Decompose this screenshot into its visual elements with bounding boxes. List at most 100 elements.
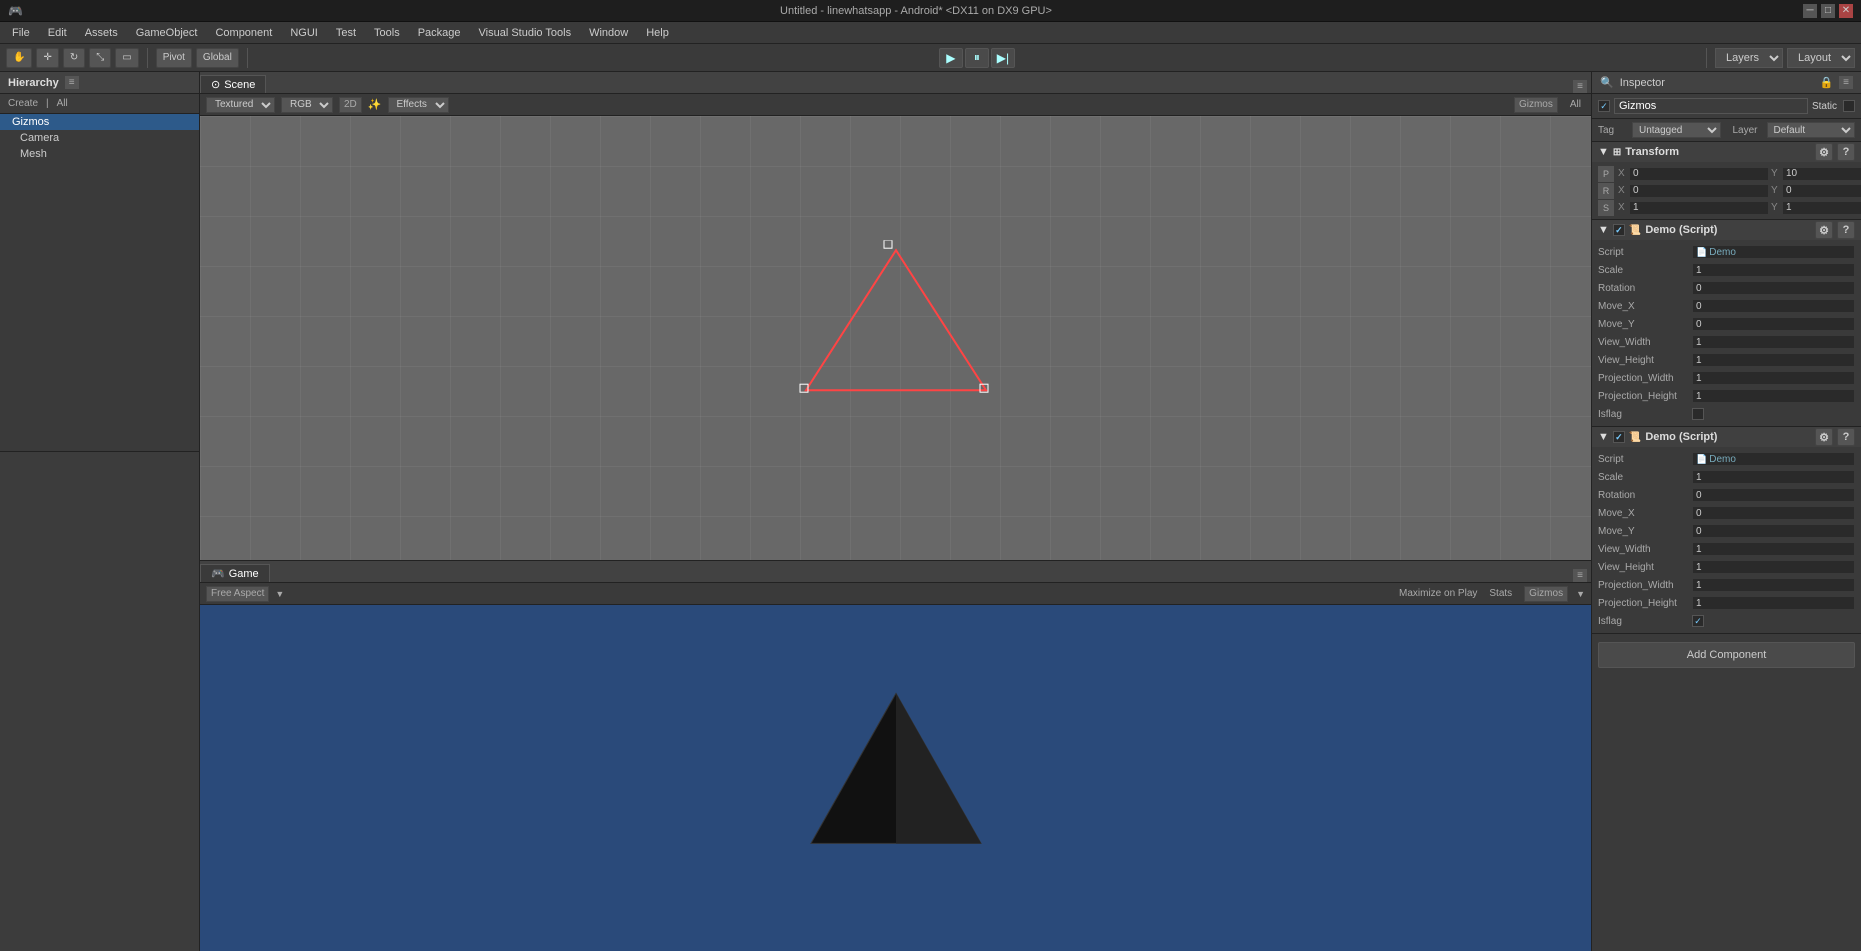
demo2-settings-button[interactable]: ⚙: [1815, 428, 1833, 446]
position-y-field[interactable]: [1782, 167, 1861, 181]
all-scene-button[interactable]: All: [1566, 99, 1585, 110]
scale-y-field[interactable]: [1782, 201, 1861, 215]
menu-visual-studio[interactable]: Visual Studio Tools: [471, 25, 580, 41]
demo2-viewheight-field[interactable]: [1692, 560, 1855, 574]
rotate-tool[interactable]: ↻: [63, 48, 85, 68]
layers-dropdown[interactable]: Layers: [1715, 48, 1783, 68]
gizmos-game-button[interactable]: Gizmos: [1524, 586, 1568, 602]
demo1-isflag-checkbox[interactable]: [1692, 408, 1704, 420]
hierarchy-item-mesh[interactable]: Mesh: [0, 146, 199, 162]
menu-gameobject[interactable]: GameObject: [128, 25, 206, 41]
object-active-checkbox[interactable]: [1598, 100, 1610, 112]
scale-x-field[interactable]: [1629, 201, 1769, 215]
twod-button[interactable]: 2D: [339, 97, 362, 113]
demo-script-2-header[interactable]: ▼ 📜 Demo (Script) ⚙ ?: [1592, 427, 1861, 447]
demo-script-1-header[interactable]: ▼ 📜 Demo (Script) ⚙ ?: [1592, 220, 1861, 240]
minimize-button[interactable]: ─: [1803, 4, 1817, 18]
play-button[interactable]: ▶: [939, 48, 963, 68]
hierarchy-collapse[interactable]: ≡: [65, 76, 79, 89]
demo2-rotation-field[interactable]: [1692, 488, 1855, 502]
demo2-projwidth-field[interactable]: [1692, 578, 1855, 592]
demo2-active-checkbox[interactable]: [1613, 431, 1625, 443]
demo1-movex-field[interactable]: [1692, 299, 1855, 313]
demo2-projheight-field[interactable]: [1692, 596, 1855, 610]
menu-component[interactable]: Component: [207, 25, 280, 41]
object-name-field[interactable]: [1614, 98, 1808, 114]
menu-tools[interactable]: Tools: [366, 25, 408, 41]
inspector-lock-icon[interactable]: 🔒: [1819, 76, 1833, 89]
rotation-x-field[interactable]: [1629, 184, 1769, 198]
game-collapse[interactable]: ≡: [1573, 569, 1587, 582]
game-toolbar: Free Aspect ▼ Maximize on Play Stats Giz…: [200, 583, 1591, 605]
demo2-viewheight-label: View_Height: [1598, 562, 1688, 573]
rgb-dropdown[interactable]: RGB: [281, 97, 333, 113]
scene-toolbar: Textured RGB 2D ✨ Effects Gizmos All: [200, 94, 1591, 116]
demo2-script-value[interactable]: 📄 Demo: [1692, 452, 1855, 466]
transform-header[interactable]: ▼ ⊞ Transform ⚙ ?: [1592, 142, 1861, 162]
menu-ngui[interactable]: NGUI: [282, 25, 326, 41]
layout-dropdown[interactable]: Layout: [1787, 48, 1855, 68]
hierarchy-item-camera[interactable]: Camera: [0, 130, 199, 146]
demo1-active-checkbox[interactable]: [1613, 224, 1625, 236]
create-label[interactable]: Create: [8, 98, 38, 109]
stats-button[interactable]: Stats: [1489, 588, 1512, 599]
textured-dropdown[interactable]: Textured: [206, 97, 275, 113]
demo2-scale-field[interactable]: [1692, 470, 1855, 484]
demo1-movey-field[interactable]: [1692, 317, 1855, 331]
all-label[interactable]: All: [57, 98, 68, 109]
menu-edit[interactable]: Edit: [40, 25, 75, 41]
menu-file[interactable]: File: [4, 25, 38, 41]
demo1-rotation-field[interactable]: [1692, 281, 1855, 295]
transform-settings-button[interactable]: ⚙: [1815, 143, 1833, 161]
inspector-scroll[interactable]: Static Tag Untagged Layer Default ▼ ⊞: [1592, 94, 1861, 951]
demo1-viewwidth-field[interactable]: [1692, 335, 1855, 349]
tab-scene[interactable]: ⊙ Scene: [200, 75, 266, 93]
global-button[interactable]: Global: [196, 48, 239, 68]
effects-dropdown[interactable]: Effects: [388, 97, 449, 113]
demo1-scale-row: Scale: [1592, 261, 1861, 279]
transform-info-button[interactable]: ?: [1837, 143, 1855, 161]
menu-assets[interactable]: Assets: [77, 25, 126, 41]
hierarchy-item-gizmos[interactable]: Gizmos: [0, 114, 199, 130]
hand-tool[interactable]: ✋: [6, 48, 32, 68]
pivot-button[interactable]: Pivot: [156, 48, 192, 68]
scene-canvas[interactable]: [200, 116, 1591, 560]
gizmos-scene-button[interactable]: Gizmos: [1514, 97, 1558, 113]
rect-tool[interactable]: ▭: [115, 48, 138, 68]
free-aspect-label[interactable]: Free Aspect: [206, 586, 269, 602]
demo1-info-button[interactable]: ?: [1837, 221, 1855, 239]
demo1-settings-button[interactable]: ⚙: [1815, 221, 1833, 239]
menu-test[interactable]: Test: [328, 25, 364, 41]
move-tool[interactable]: ✛: [36, 48, 58, 68]
tab-game[interactable]: 🎮 Game: [200, 564, 270, 582]
close-button[interactable]: ✕: [1839, 4, 1853, 18]
demo2-movey-field[interactable]: [1692, 524, 1855, 538]
scene-triangle-svg: [796, 240, 996, 400]
demo1-projwidth-field[interactable]: [1692, 371, 1855, 385]
inspector-collapse[interactable]: ≡: [1839, 76, 1853, 89]
demo2-isflag-checkbox[interactable]: [1692, 615, 1704, 627]
pause-button[interactable]: ⏸: [965, 48, 989, 68]
add-component-button[interactable]: Add Component: [1598, 642, 1855, 668]
position-x-field[interactable]: [1629, 167, 1769, 181]
menu-help[interactable]: Help: [638, 25, 677, 41]
layer-dropdown[interactable]: Default: [1767, 122, 1856, 138]
demo1-scale-field[interactable]: [1692, 263, 1855, 277]
maximize-button[interactable]: □: [1821, 4, 1835, 18]
step-button[interactable]: ▶|: [991, 48, 1015, 68]
menu-package[interactable]: Package: [410, 25, 469, 41]
demo1-projheight-field[interactable]: [1692, 389, 1855, 403]
menu-window[interactable]: Window: [581, 25, 636, 41]
demo2-viewwidth-field[interactable]: [1692, 542, 1855, 556]
game-canvas[interactable]: [200, 605, 1591, 951]
scene-collapse[interactable]: ≡: [1573, 80, 1587, 93]
rotation-y-field[interactable]: [1782, 184, 1861, 198]
maximize-on-play[interactable]: Maximize on Play: [1399, 588, 1477, 599]
demo1-viewheight-field[interactable]: [1692, 353, 1855, 367]
demo2-movex-field[interactable]: [1692, 506, 1855, 520]
static-checkbox[interactable]: [1843, 100, 1855, 112]
scale-tool[interactable]: ⤡: [89, 48, 111, 68]
tag-dropdown[interactable]: Untagged: [1632, 122, 1721, 138]
demo1-script-value[interactable]: 📄 Demo: [1692, 245, 1855, 259]
demo2-info-button[interactable]: ?: [1837, 428, 1855, 446]
